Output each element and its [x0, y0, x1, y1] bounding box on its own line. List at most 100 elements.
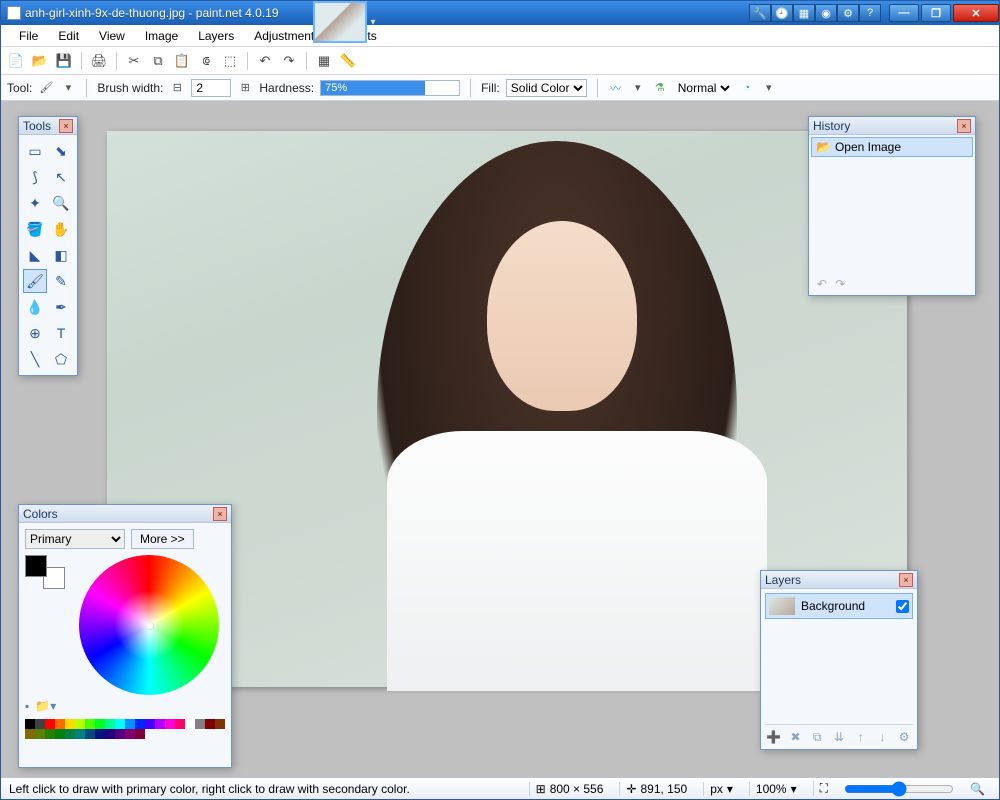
history-close-button[interactable]: ×	[957, 119, 971, 133]
menu-layers[interactable]: Layers	[188, 26, 244, 46]
palette-color[interactable]	[175, 719, 185, 729]
layer-visible-checkbox[interactable]	[896, 600, 909, 613]
document-thumb[interactable]	[313, 1, 367, 43]
palette-color[interactable]	[45, 719, 55, 729]
palette-color[interactable]	[165, 719, 175, 729]
palette-color[interactable]	[145, 719, 155, 729]
palette-color[interactable]	[45, 729, 55, 739]
layer-up-button[interactable]: ↑	[852, 729, 870, 745]
palette-color[interactable]	[65, 719, 75, 729]
history-item[interactable]: 📂Open Image	[811, 137, 973, 157]
tool-dropdown-icon[interactable]: ▾	[60, 80, 76, 96]
colors-toggle-button[interactable]: ◉	[815, 4, 837, 22]
tool-eraser[interactable]: ◧	[49, 243, 73, 267]
cut-button[interactable]: ✂	[125, 52, 143, 70]
palette-color[interactable]	[125, 729, 135, 739]
palette-color[interactable]	[65, 729, 75, 739]
print-button[interactable]: 🖨	[90, 52, 108, 70]
tools-close-button[interactable]: ×	[59, 119, 73, 133]
hardness-slider[interactable]: 75%	[320, 80, 460, 96]
help-button[interactable]: ?	[859, 4, 881, 22]
foreground-swatch[interactable]	[25, 555, 47, 577]
layer-merge-button[interactable]: ⇊	[830, 729, 848, 745]
zoom-slider[interactable]	[844, 783, 954, 795]
layers-close-button[interactable]: ×	[899, 573, 913, 587]
tool-recolor[interactable]: ✒	[49, 295, 73, 319]
palette-color[interactable]	[105, 729, 115, 739]
palette-color[interactable]	[55, 719, 65, 729]
deselect-button[interactable]: ⬚	[221, 52, 239, 70]
menu-edit[interactable]: Edit	[48, 26, 89, 46]
palette-add-button[interactable]: ▪	[25, 699, 29, 713]
tool-paint-bucket[interactable]: 🪣	[23, 217, 47, 241]
palette-color[interactable]	[105, 719, 115, 729]
tools-toggle-button[interactable]: 🔧	[749, 4, 771, 22]
ruler-button[interactable]: 📏	[339, 52, 357, 70]
history-redo-button[interactable]: ↷	[835, 277, 845, 291]
grid-button[interactable]: ▦	[315, 52, 333, 70]
palette-color[interactable]	[125, 719, 135, 729]
brush-width-input[interactable]	[191, 79, 231, 97]
tool-shapes[interactable]: ⬠	[49, 347, 73, 371]
color-channel-select[interactable]: Primary	[25, 529, 125, 549]
palette-color[interactable]	[135, 729, 145, 739]
layer-row[interactable]: Background	[765, 593, 913, 619]
menu-image[interactable]: Image	[135, 26, 188, 46]
tool-magic-wand[interactable]: ✦	[23, 191, 47, 215]
history-undo-button[interactable]: ↶	[817, 277, 827, 291]
thumb-dropdown-icon[interactable]: ▾	[371, 17, 381, 27]
tool-color-picker[interactable]: 💧	[23, 295, 47, 319]
tool-zoom[interactable]: 🔍	[49, 191, 73, 215]
layer-add-button[interactable]: ➕	[765, 729, 783, 745]
minimize-button[interactable]: —	[889, 4, 919, 22]
layers-toggle-button[interactable]: ▦	[793, 4, 815, 22]
zoom-fit-button[interactable]: ⛶	[813, 781, 834, 796]
redo-button[interactable]: ↷	[280, 52, 298, 70]
palette-color[interactable]	[185, 719, 195, 729]
palette-color[interactable]	[85, 719, 95, 729]
tool-move-pixels[interactable]: ↖	[49, 165, 73, 189]
crop-button[interactable]: ⟃	[197, 52, 215, 70]
tool-clone-stamp[interactable]: ⊕	[23, 321, 47, 345]
tool-pan[interactable]: ✋	[49, 217, 73, 241]
blend-icon[interactable]: ⚗	[652, 80, 668, 96]
palette-color[interactable]	[205, 719, 215, 729]
new-button[interactable]: 📄	[7, 52, 25, 70]
palette-color[interactable]	[55, 729, 65, 739]
palette-color[interactable]	[85, 729, 95, 739]
layer-delete-button[interactable]: ✖	[787, 729, 805, 745]
brush-width-decr[interactable]: ⊟	[169, 80, 185, 96]
antialias-button[interactable]: 〰	[608, 80, 624, 96]
color-wheel[interactable]	[79, 555, 219, 695]
menu-file[interactable]: File	[9, 26, 48, 46]
undo-button[interactable]: ↶	[256, 52, 274, 70]
tool-paintbrush[interactable]: 🖌	[23, 269, 47, 293]
close-button[interactable]: ✕	[953, 4, 999, 22]
palette-color[interactable]	[35, 719, 45, 729]
palette-color[interactable]	[95, 719, 105, 729]
palette-color[interactable]	[115, 729, 125, 739]
palette-color[interactable]	[25, 729, 35, 739]
palette-color[interactable]	[95, 729, 105, 739]
palette-menu-button[interactable]: 📁▾	[35, 699, 56, 713]
tool-lasso[interactable]: ⟆	[23, 165, 47, 189]
overlay-button[interactable]: ◔	[739, 80, 755, 96]
layer-down-button[interactable]: ↓	[874, 729, 892, 745]
palette-color[interactable]	[75, 719, 85, 729]
status-zoom[interactable]: 100%▾	[749, 782, 803, 796]
paste-button[interactable]: 📋	[173, 52, 191, 70]
active-tool-icon[interactable]: 🖌	[38, 80, 54, 96]
tool-pencil[interactable]: ✎	[49, 269, 73, 293]
colors-more-button[interactable]: More >>	[131, 529, 194, 549]
tool-rect-select[interactable]: ▭	[23, 139, 47, 163]
copy-button[interactable]: ⧉	[149, 52, 167, 70]
palette-color[interactable]	[25, 719, 35, 729]
palette-color[interactable]	[135, 719, 145, 729]
save-button[interactable]: 💾	[55, 52, 73, 70]
overlay-dropdown-icon[interactable]: ▾	[761, 80, 777, 96]
maximize-button[interactable]: ❐	[921, 4, 951, 22]
palette-color[interactable]	[75, 729, 85, 739]
aa-dropdown-icon[interactable]: ▾	[630, 80, 646, 96]
tool-line[interactable]: ╲	[23, 347, 47, 371]
brush-width-incr[interactable]: ⊞	[237, 80, 253, 96]
